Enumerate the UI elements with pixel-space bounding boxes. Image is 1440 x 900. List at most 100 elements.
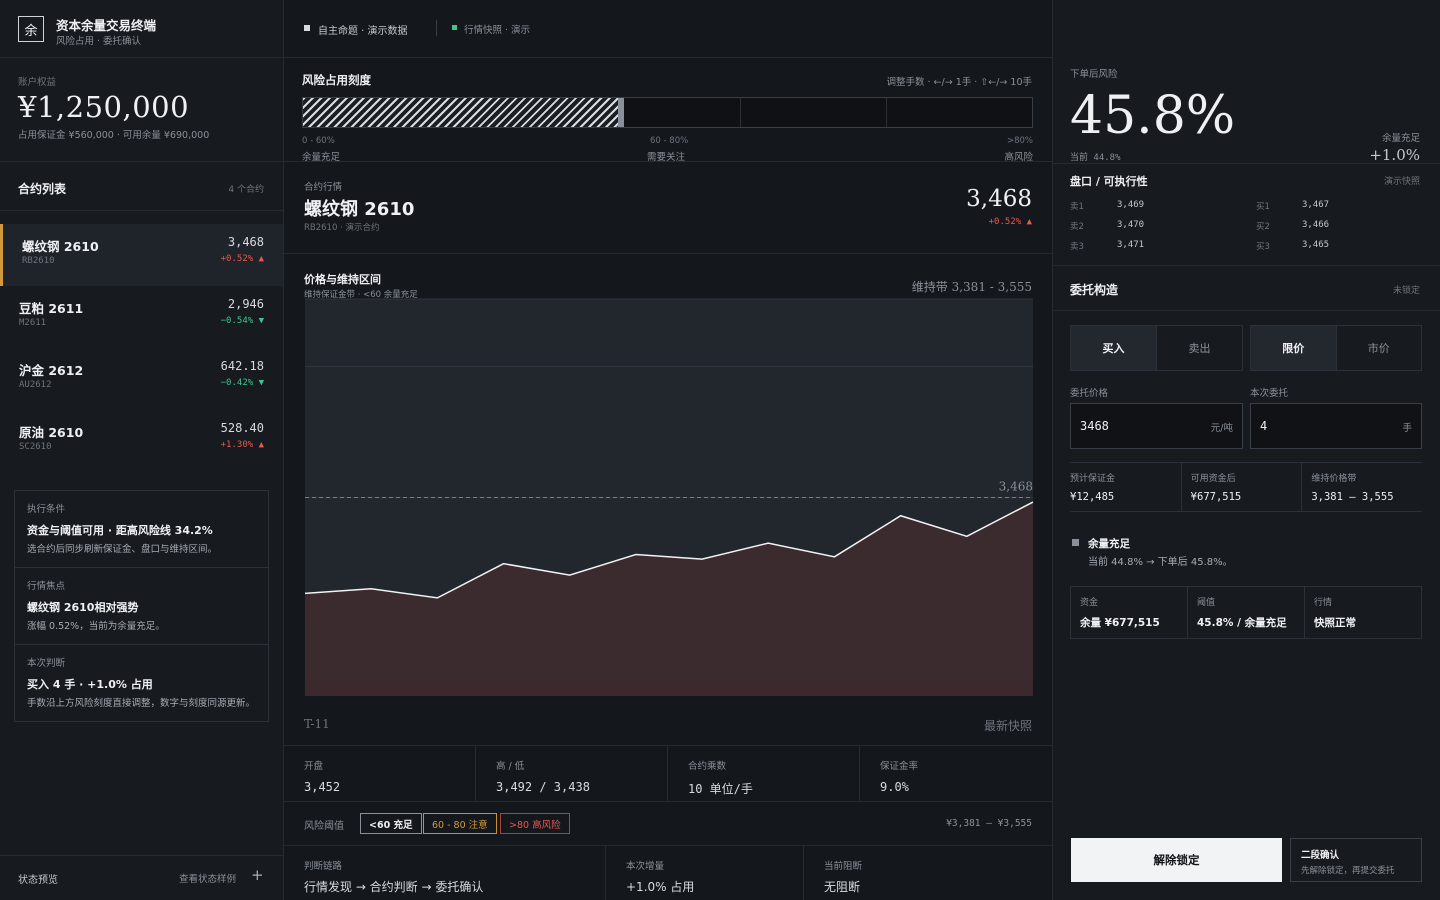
ask-2-price[interactable]: 3,470 — [1117, 220, 1144, 230]
contract-change: −0.54% ▼ — [220, 316, 264, 326]
contract-item-au2612[interactable]: 沪金 2612 AU2612 642.18 −0.42% ▼ — [0, 348, 283, 410]
plus-icon[interactable]: + — [251, 866, 264, 884]
contract-code: AU2612 — [19, 380, 52, 390]
threshold-chip-watch[interactable]: 60 - 80 注意 — [423, 813, 497, 834]
brand-logo: 余 — [18, 16, 44, 42]
metric-value: ¥677,515 — [1190, 491, 1242, 503]
stat-value: 3,452 — [304, 780, 341, 794]
ask-1-price[interactable]: 3,469 — [1117, 200, 1144, 210]
price-unit: 元/吨 — [1210, 423, 1233, 434]
feed-status-dot-icon — [452, 25, 457, 30]
contract-count: 4 个合约 — [228, 185, 264, 195]
increment-value: +1.0% 占用 — [626, 880, 695, 894]
contract-item-m2611[interactable]: 豆粕 2611 M2611 2,946 −0.54% ▼ — [0, 286, 283, 348]
check-value: 45.8% / 余量充足 — [1197, 617, 1287, 629]
risk-handle[interactable] — [618, 98, 625, 127]
contract-price: 528.40 — [220, 421, 264, 435]
contract-code: RB2610 — [22, 256, 55, 266]
bid-1-price[interactable]: 3,467 — [1302, 200, 1329, 210]
decision-chain-label: 判断链路 — [304, 861, 343, 872]
bid-1-label: 买1 — [1256, 202, 1270, 212]
focus-section: 行情焦点 螺纹钢 2610相对强势 涨幅 0.52%，当前为余量充足。 — [15, 568, 268, 645]
price-input[interactable]: 3468 元/吨 — [1070, 403, 1243, 449]
bid-3-label: 买3 — [1256, 242, 1270, 252]
order-type-toggle: 限价 市价 — [1250, 325, 1422, 371]
threshold-chip-high[interactable]: >80 高风险 — [500, 813, 570, 834]
quote-code: RB2610 · 演示合约 — [304, 223, 380, 233]
stat-label: 开盘 — [304, 761, 324, 772]
arrow-up-icon: ▲ — [258, 254, 264, 264]
buy-button[interactable]: 买入 — [1071, 326, 1156, 370]
post-risk-delta: +1.0% — [1369, 146, 1420, 164]
contract-price: 2,946 — [227, 297, 264, 311]
contract-code: SC2610 — [19, 442, 52, 452]
qty-unit: 手 — [1402, 423, 1412, 434]
limit-button[interactable]: 限价 — [1251, 326, 1336, 370]
market-button[interactable]: 市价 — [1335, 326, 1422, 370]
arrow-down-icon: ▼ — [258, 378, 264, 388]
contract-name: 豆粕 2611 — [19, 301, 84, 316]
focus-title: 螺纹钢 2610相对强势 — [27, 601, 139, 614]
contract-item-rb2610[interactable]: 螺纹钢 2610 RB2610 3,468 +0.52% ▲ — [0, 224, 283, 286]
execution-section: 执行条件 资金与阈值可用 · 距高风险线 34.2% 选合约后同步刷新保证金、盘… — [15, 491, 268, 568]
ask-3-price[interactable]: 3,471 — [1117, 240, 1144, 250]
judgement-desc: 手数沿上方风险刻度直接调整，数字与刻度同源更新。 — [27, 698, 256, 709]
post-risk-current: 当前 44.8% — [1070, 153, 1121, 163]
ask-2-label: 卖2 — [1070, 222, 1084, 232]
ask-3-label: 卖3 — [1070, 242, 1084, 252]
chart-title: 价格与维持区间 — [304, 273, 381, 286]
insight-box: 执行条件 资金与阈值可用 · 距高风险线 34.2% 选合约后同步刷新保证金、盘… — [14, 490, 269, 722]
check-label: 行情 — [1314, 598, 1333, 608]
status-square-icon — [1072, 539, 1079, 546]
metric-label: 可用资金后 — [1190, 474, 1236, 484]
app-subtitle: 风险占用 · 委托确认 — [56, 36, 142, 47]
check-label: 阈值 — [1197, 598, 1216, 608]
unlock-button[interactable]: 解除锁定 — [1071, 838, 1282, 882]
view-status-sample-link[interactable]: 查看状态样例 — [179, 871, 236, 885]
metric-label: 预计保证金 — [1070, 474, 1116, 484]
confirm-title: 二段确认 — [1301, 850, 1340, 861]
qty-input[interactable]: 4 手 — [1250, 403, 1422, 449]
qty-input-value: 4 — [1260, 419, 1268, 433]
post-risk-label: 下单后风险 — [1070, 69, 1118, 80]
focus-desc: 涨幅 0.52%，当前为余量充足。 — [27, 621, 165, 632]
stat-value: 9.0% — [880, 780, 909, 794]
contract-price: 3,468 — [227, 235, 264, 249]
stat-open: 开盘 3,452 — [304, 758, 340, 794]
stat-multiplier: 合约乘数 10 单位/手 — [688, 758, 753, 797]
metric-value: 3,381 – 3,555 — [1311, 491, 1394, 503]
contract-code: M2611 — [19, 318, 47, 328]
bid-2-price[interactable]: 3,466 — [1302, 220, 1329, 230]
theme-label: 自主命题 · 演示数据 — [318, 26, 408, 37]
risk-scale-hint: 调整手数 · ←/→ 1手 · ⇧←/→ 10手 — [886, 77, 1033, 88]
execution-label: 执行条件 — [27, 504, 66, 515]
orderbook-tag: 演示快照 — [1383, 177, 1420, 187]
stat-margin-rate: 保证金率 9.0% — [880, 758, 918, 794]
metric-band: 维持价格带 3,381 – 3,555 — [1301, 463, 1422, 511]
risk-scale-bar[interactable] — [302, 97, 1033, 128]
arrow-up-icon: ▲ — [258, 440, 264, 450]
check-funds: 资金 余量 ¥677,515 — [1071, 587, 1187, 638]
contract-price: 642.18 — [220, 359, 264, 373]
order-metrics: 预计保证金 ¥12,485 可用资金后 ¥677,515 维持价格带 3,381 – … — [1070, 462, 1422, 512]
check-threshold: 阈值 45.8% / 余量充足 — [1187, 587, 1304, 638]
confirm-box: 二段确认 先解除锁定，再提交委托 — [1290, 838, 1422, 882]
bid-3-price[interactable]: 3,465 — [1302, 240, 1329, 250]
orderbook-title: 盘口 / 可执行性 — [1070, 175, 1148, 188]
check-value: 余量 ¥677,515 — [1080, 617, 1160, 629]
execution-title: 资金与阈值可用 · 距高风险线 34.2% — [27, 524, 213, 537]
arrow-up-icon: ▲ — [1026, 217, 1032, 227]
contract-item-sc2610[interactable]: 原油 2610 SC2610 528.40 +1.30% ▲ — [0, 410, 283, 472]
threshold-chip-safe[interactable]: <60 充足 — [360, 813, 422, 834]
side-toggle: 买入 卖出 — [1070, 325, 1243, 371]
judgement-section: 本次判断 买入 4 手 · +1.0% 占用 手数沿上方风险刻度直接调整，数字与… — [15, 645, 268, 721]
decision-chain-value: 行情发现 → 合约判断 → 委托确认 — [304, 880, 484, 894]
check-market: 行情 快照正常 — [1304, 587, 1421, 638]
left-panel: 余 资本余量交易终端 风险占用 · 委托确认 账户权益 ¥1,250,000 占… — [0, 0, 284, 900]
stat-high-low: 高 / 低 3,492 / 3,438 — [496, 758, 590, 794]
stat-label: 保证金率 — [880, 761, 919, 772]
center-panel: 自主命题 · 演示数据 行情快照 · 演示 风险占用刻度 调整手数 · ←/→ … — [284, 0, 1052, 900]
sell-button[interactable]: 卖出 — [1156, 326, 1242, 370]
confirm-desc: 先解除锁定，再提交委托 — [1301, 866, 1395, 876]
blocker-label: 当前阻断 — [824, 861, 863, 872]
